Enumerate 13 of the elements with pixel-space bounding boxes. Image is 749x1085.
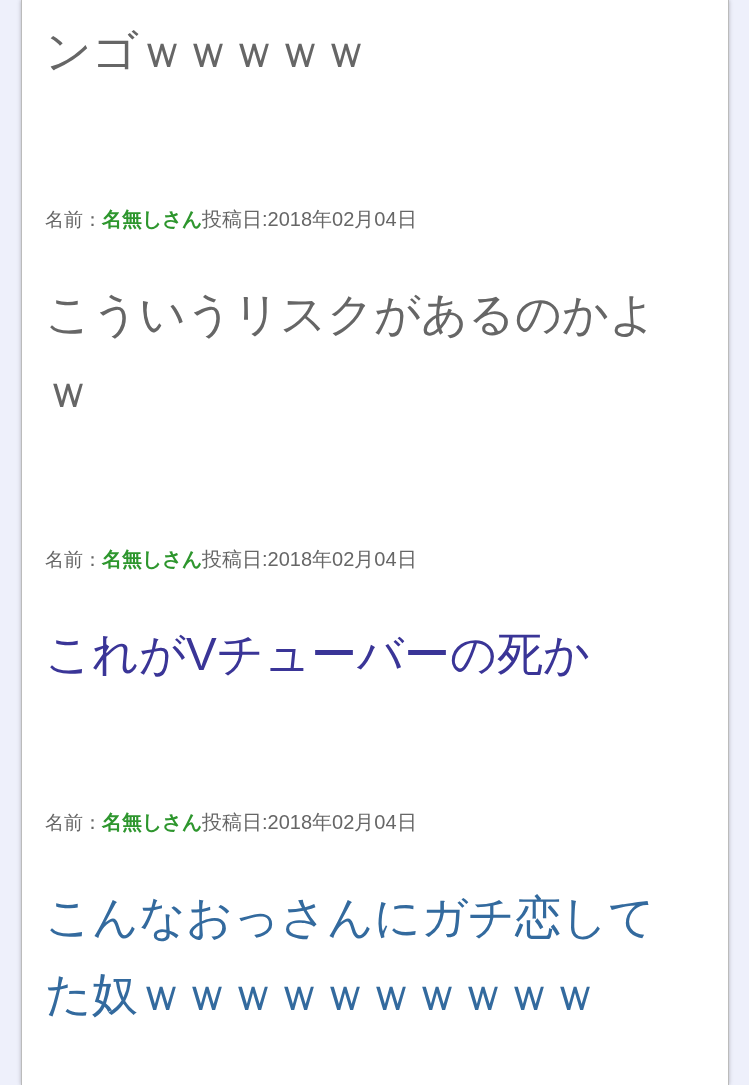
name-label: 名前： <box>45 811 102 835</box>
poster-name: 名無しさん <box>102 810 202 834</box>
name-label: 名前： <box>45 208 102 232</box>
post-date: 投稿日:2018年02月04日 <box>202 547 417 571</box>
post-date: 投稿日:2018年02月04日 <box>202 207 417 231</box>
post-date: 投稿日:2018年02月04日 <box>202 810 417 834</box>
post-text: ンゴｗｗｗｗｗ <box>45 24 370 79</box>
poster-name: 名無しさん <box>102 547 202 571</box>
post-text: こういうリスクがあるのかよｗ <box>45 287 657 419</box>
post-text: こんなおっさんにガチ恋してた奴ｗｗｗｗｗｗｗｗｗｗ <box>45 890 656 1022</box>
name-label: 名前： <box>45 548 102 572</box>
poster-name: 名無しさん <box>102 207 202 231</box>
post-text: これがVチューバーの死か <box>45 627 591 682</box>
